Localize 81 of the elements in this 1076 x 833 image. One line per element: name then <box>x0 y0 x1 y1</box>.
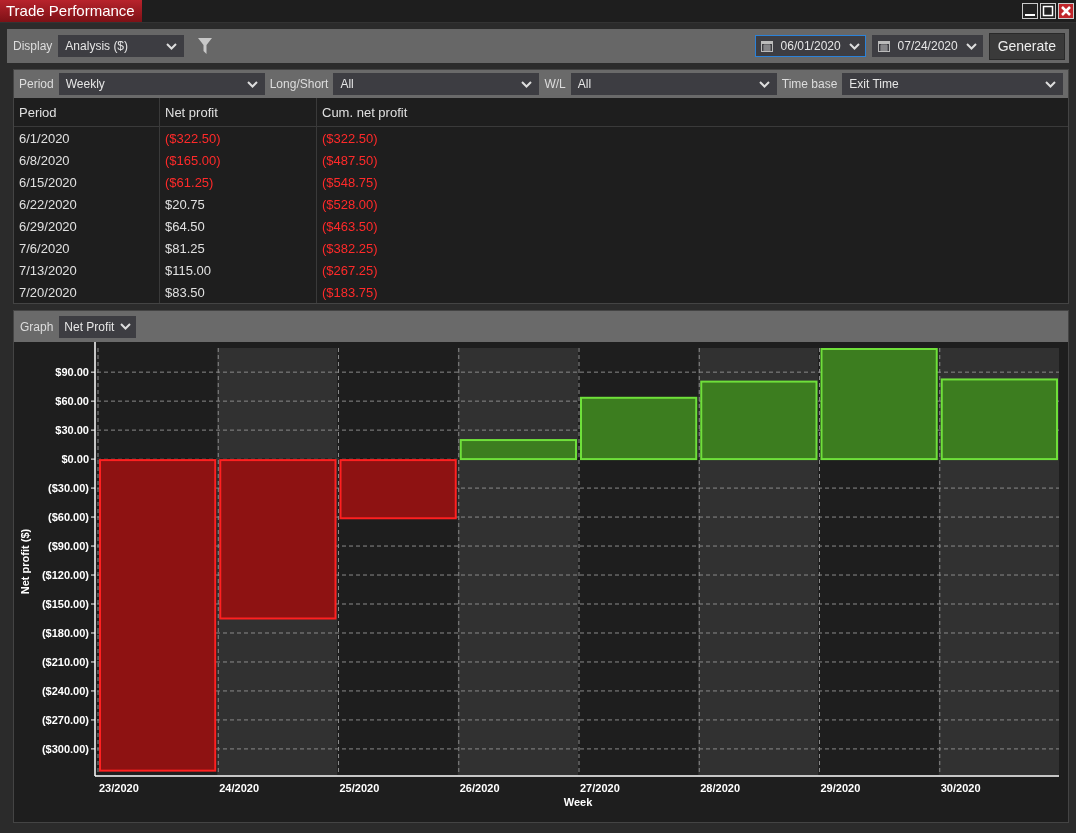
chevron-icon <box>120 323 132 330</box>
table-cell: 6/8/2020 <box>14 149 160 171</box>
y-tick-label: $90.00 <box>55 366 89 379</box>
display-dropdown[interactable]: Analysis ($) <box>58 35 185 57</box>
filter-label: Long/Short <box>269 77 329 91</box>
calendar-icon <box>760 40 773 52</box>
generate-button[interactable]: Generate <box>988 32 1065 60</box>
table-cell: ($183.75) <box>316 281 1068 303</box>
table-cell: ($165.00) <box>159 149 317 171</box>
graph-dropdown[interactable]: Net Profit <box>59 315 137 338</box>
table-cell: ($322.50) <box>316 126 1068 149</box>
table-cell: 7/6/2020 <box>14 237 160 259</box>
table-cell: 6/22/2020 <box>14 193 160 215</box>
table-cell: ($322.50) <box>159 126 317 149</box>
end-date-picker[interactable]: 07/24/2020 <box>871 35 983 57</box>
filter-dropdown[interactable]: All <box>570 73 777 95</box>
display-label: Display <box>13 39 53 53</box>
filter-label: Time base <box>781 77 838 91</box>
filter-dropdown[interactable]: Exit Time <box>842 73 1063 95</box>
chevron-icon <box>965 42 977 50</box>
column-header[interactable]: Cum. net profit <box>316 98 1068 127</box>
table-cell: ($528.00) <box>316 193 1068 215</box>
x-tick-label: 28/2020 <box>700 782 740 794</box>
filter-dropdown[interactable]: All <box>333 73 540 95</box>
table-cell: ($382.25) <box>316 237 1068 259</box>
y-tick-label: ($60.00) <box>48 511 89 524</box>
table-cell: 7/20/2020 <box>14 281 160 303</box>
minimize-icon[interactable] <box>1022 3 1038 19</box>
chevron-icon <box>521 80 533 88</box>
x-tick-label: 30/2020 <box>940 782 981 794</box>
table-cell: $115.00 <box>159 259 317 281</box>
filter-label: Period <box>19 77 54 91</box>
y-axis-title: Net profit ($) <box>19 528 31 595</box>
table-cell: ($267.25) <box>316 259 1068 281</box>
filter-dropdown[interactable]: Weekly <box>58 73 265 95</box>
table-cell: ($463.50) <box>316 215 1068 237</box>
table-cell: 6/1/2020 <box>14 126 160 149</box>
table-cell: 6/15/2020 <box>14 171 160 193</box>
x-tick-label: 29/2020 <box>820 782 861 794</box>
y-tick-label: ($90.00) <box>48 540 89 553</box>
y-tick-label: ($180.00) <box>41 627 89 639</box>
window-title: Trade Performance <box>0 0 142 22</box>
start-date-picker[interactable]: 06/01/2020 <box>754 35 866 57</box>
table-cell: $83.50 <box>159 281 317 303</box>
table-cell: ($61.25) <box>159 171 317 193</box>
chevron-icon <box>246 80 258 88</box>
y-tick-label: ($150.00) <box>41 598 89 610</box>
x-tick-label: 26/2020 <box>459 782 500 794</box>
table-cell: $20.75 <box>159 193 317 215</box>
table-cell: $81.25 <box>159 237 317 259</box>
y-tick-label: $0.00 <box>61 453 89 466</box>
y-tick-label: ($270.00) <box>41 713 89 726</box>
x-tick-label: 24/2020 <box>219 782 259 794</box>
y-tick-label: ($300.00) <box>41 742 89 755</box>
table-cell: 7/13/2020 <box>14 259 160 281</box>
maximize-icon[interactable] <box>1040 3 1056 19</box>
table-cell: $64.50 <box>159 215 317 237</box>
y-tick-label: ($210.00) <box>41 655 89 668</box>
filter-icon[interactable] <box>198 38 213 54</box>
chevron-icon <box>848 42 860 50</box>
y-tick-label: ($30.00) <box>48 482 89 495</box>
chevron-icon <box>166 42 178 50</box>
chevron-icon <box>758 80 770 88</box>
column-header[interactable]: Net profit <box>159 98 317 127</box>
column-header[interactable]: Period <box>14 98 160 127</box>
y-tick-label: $60.00 <box>55 395 89 408</box>
y-tick-label: ($120.00) <box>41 569 89 581</box>
chevron-icon <box>1045 80 1056 88</box>
table-cell: ($548.75) <box>316 171 1068 193</box>
table-cell: ($487.50) <box>316 149 1068 171</box>
table-cell: 6/29/2020 <box>14 215 160 237</box>
x-tick-label: 23/2020 <box>99 782 139 794</box>
filter-label: W/L <box>544 77 566 91</box>
x-tick-label: 25/2020 <box>339 782 380 794</box>
y-tick-label: $30.00 <box>55 424 89 437</box>
calendar-icon <box>877 40 890 52</box>
close-icon[interactable] <box>1058 3 1074 19</box>
graph-label: Graph <box>20 319 54 334</box>
x-axis-title: Week <box>563 796 593 808</box>
y-tick-label: ($240.00) <box>41 684 89 697</box>
x-tick-label: 27/2020 <box>580 782 620 794</box>
